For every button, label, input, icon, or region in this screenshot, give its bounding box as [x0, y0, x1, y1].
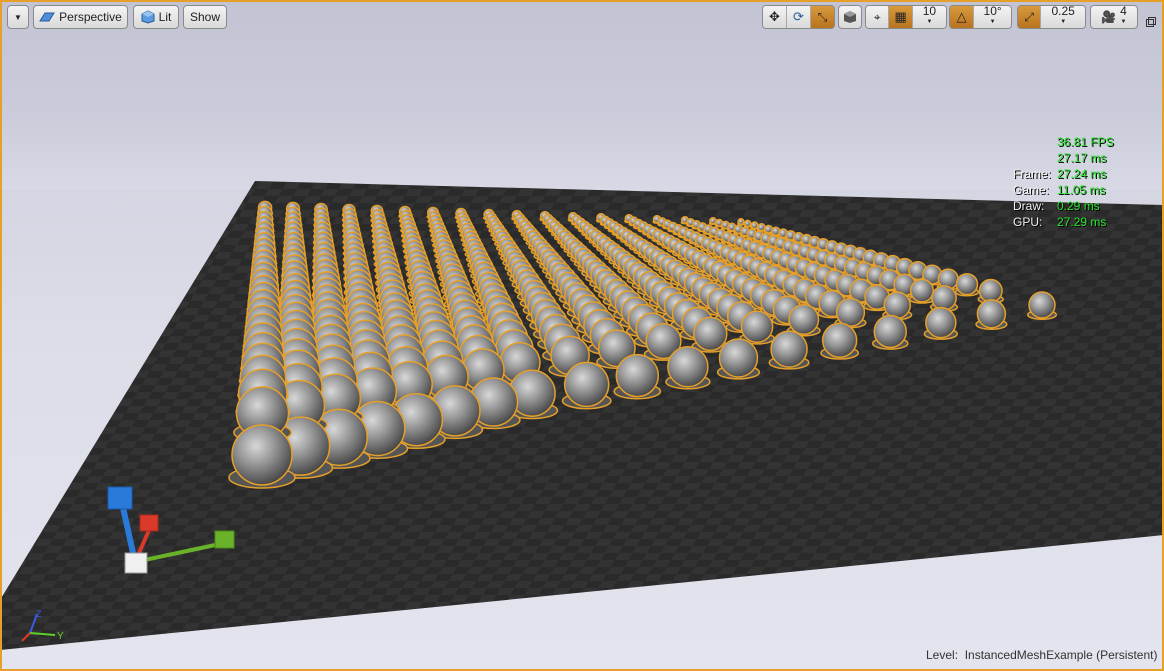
draw-label: Draw: [1013, 199, 1045, 213]
chevron-down-icon: ▼ [926, 19, 933, 25]
sphere-instance[interactable] [770, 330, 808, 368]
sphere-instance[interactable] [743, 219, 752, 228]
gpu-value: 27.29 ms [1057, 215, 1107, 229]
coordinate-space-button[interactable] [838, 5, 862, 29]
sphere-instance[interactable] [563, 361, 610, 408]
angle-icon: △ [956, 9, 967, 24]
rotation-snap-toggle[interactable]: △ [950, 6, 975, 28]
surface-snap-icon: ⌖ [873, 9, 881, 24]
cube-lit-icon [141, 10, 155, 24]
frame-value: 27.24 ms [1057, 167, 1107, 181]
sphere-instance[interactable] [1028, 291, 1056, 319]
gizmo-x-handle [139, 514, 159, 532]
frame-label: Frame: [1013, 167, 1052, 181]
sphere-instance[interactable] [693, 316, 728, 352]
grid-snap-value: 10 [922, 5, 937, 18]
perspective-icon [39, 12, 56, 22]
viewport-menu-button[interactable]: ▼ [7, 5, 29, 29]
show-label: Show [189, 10, 221, 24]
sphere-instance[interactable] [978, 278, 1003, 303]
grid-snap-value-dropdown[interactable]: 10 ▼ [912, 5, 946, 28]
scale-snap-value: 0.25 [1051, 5, 1075, 18]
transform-mode-group[interactable]: ✥ ⟳ ⤡ [762, 5, 835, 29]
grid-snap-toggle[interactable]: ▦ [889, 6, 913, 28]
sphere-instance[interactable] [976, 299, 1007, 329]
camera-speed-button[interactable]: 🎥 4 ▼ [1090, 5, 1138, 29]
sphere-instance[interactable] [873, 314, 907, 349]
maximize-icon [1146, 17, 1156, 27]
level-info: Level: InstancedMeshExample (Persistent) [926, 648, 1157, 662]
grid-snap-group[interactable]: ⌖ ▦ 10 ▼ [865, 5, 947, 29]
scene-render[interactable]: Z Y [0, 0, 1164, 671]
gpu-label: GPU: [1013, 215, 1043, 229]
level-name: InstancedMeshExample (Persistent) [964, 648, 1158, 662]
fps-value: 36.81 FPS [1057, 135, 1114, 149]
perspective-label: Perspective [59, 10, 122, 24]
gizmo-y-handle [214, 530, 235, 549]
sphere-instance[interactable] [757, 222, 766, 232]
sphere-instance[interactable] [718, 338, 759, 378]
scale-snap-toggle[interactable]: ⤢ [1018, 6, 1042, 28]
lit-label: Lit [158, 10, 172, 24]
world-cube-icon [844, 11, 856, 23]
sphere-instance[interactable] [925, 306, 957, 339]
axis-y-label: Y [57, 631, 64, 642]
sphere-instance[interactable] [667, 346, 709, 388]
draw-value: 0.29 ms [1057, 199, 1100, 213]
sphere-instance[interactable] [740, 310, 774, 344]
scale-snap-value-dropdown[interactable]: 0.25 ▼ [1041, 6, 1085, 28]
chevron-down-icon: ▼ [989, 19, 996, 25]
sphere-instance[interactable] [821, 322, 858, 359]
sphere-instance[interactable] [231, 424, 293, 486]
frame-ms-value: 27.17 ms [1057, 151, 1107, 165]
scale-mode-button[interactable]: ⤡ [811, 6, 834, 28]
translate-mode-button[interactable]: ✥ [763, 6, 787, 28]
rotation-snap-value-dropdown[interactable]: 10° ▼ [974, 6, 1011, 28]
surface-snap-button[interactable]: ⌖ [866, 6, 890, 28]
level-label: Level: [926, 648, 959, 662]
sphere-instance[interactable] [788, 304, 820, 336]
sphere-instance[interactable] [931, 285, 957, 311]
level-viewport[interactable]: Z Y ▼ Perspective Lit Show ✥ ⟳ ⤡ ⌖ ▦ 10 … [0, 0, 1164, 671]
move-arrows-icon: ✥ [769, 9, 780, 24]
scale-snap-group[interactable]: ⤢ 0.25 ▼ [1017, 5, 1086, 29]
rotate-mode-button[interactable]: ⟳ [787, 6, 811, 28]
game-value: 11.05 ms [1057, 183, 1106, 197]
lit-button[interactable]: Lit [133, 5, 179, 29]
sphere-instance[interactable] [750, 221, 759, 230]
chevron-down-icon: ▼ [14, 12, 22, 22]
rotation-snap-group[interactable]: △ 10° ▼ [949, 5, 1012, 29]
sphere-instance[interactable] [955, 272, 979, 296]
gizmo-z-handle [107, 486, 133, 510]
camera-speed-value: 4 [1120, 4, 1127, 18]
scale-snap-icon: ⤢ [1024, 9, 1034, 24]
gizmo-center [124, 552, 148, 574]
sphere-instance[interactable] [835, 297, 866, 327]
show-button[interactable]: Show [183, 5, 227, 29]
axis-z-label: Z [36, 609, 42, 619]
maximize-viewport-button[interactable] [1146, 12, 1156, 27]
rotation-snap-value: 10° [983, 5, 1002, 18]
scale-icon: ⤡ [817, 9, 828, 24]
game-label: Game: [1013, 183, 1050, 197]
sphere-instance[interactable] [883, 291, 912, 319]
sphere-instance[interactable] [615, 353, 660, 398]
sphere-instance[interactable] [737, 217, 745, 226]
rotate-icon: ⟳ [793, 9, 804, 24]
chevron-down-icon: ▼ [1060, 19, 1067, 25]
sphere-instance[interactable] [909, 278, 935, 303]
grid-icon: ▦ [894, 9, 907, 24]
camera-icon: 🎥 [1101, 10, 1117, 24]
chevron-down-icon: ▼ [1120, 19, 1127, 25]
perspective-button[interactable]: Perspective [33, 5, 128, 29]
